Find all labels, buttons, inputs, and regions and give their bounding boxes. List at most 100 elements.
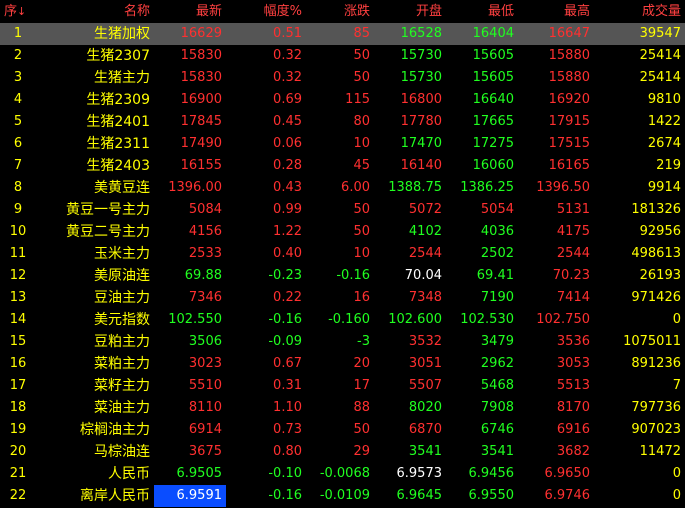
table-row[interactable]: 16 菜粕主力 3023 0.67 20 3051 2962 3053 891236	[0, 353, 685, 375]
cell-pct: 0.31	[273, 378, 302, 393]
table-row[interactable]: 17 菜籽主力 5510 0.31 17 5507 5468 5513 7	[0, 375, 685, 397]
cell-low: 3541	[480, 444, 514, 459]
cell-high: 15880	[548, 70, 590, 85]
cell-high: 2544	[556, 246, 590, 261]
cell-pct: 0.06	[273, 136, 302, 151]
cell-chg: 50	[353, 70, 370, 85]
table-row[interactable]: 13 豆油主力 7346 0.22 16 7348 7190 7414 971426	[0, 287, 685, 309]
cell-low: 2962	[480, 356, 514, 371]
table-row[interactable]: 21 人民币 6.9505 -0.10 -0.0068 6.9573 6.9456 6.965…	[0, 463, 685, 485]
cell-volume: 0	[672, 488, 681, 503]
cell-high: 6916	[556, 422, 590, 437]
cell-last: 6.9591	[154, 485, 226, 507]
cell-low: 4036	[480, 224, 514, 239]
cell-name: 豆粕主力	[94, 334, 150, 350]
cell-last: 3023	[188, 356, 222, 371]
cell-last: 15830	[180, 70, 222, 85]
cell-name: 菜粕主力	[94, 356, 150, 372]
table-row[interactable]: 7 生猪2403 16155 0.28 45 16140 16060 16165 219	[0, 155, 685, 177]
cell-open: 3541	[408, 444, 442, 459]
cell-open: 5072	[408, 202, 442, 217]
cell-open: 7348	[408, 290, 442, 305]
table-row[interactable]: 4 生猪2309 16900 0.69 115 16800 16640 16920 9810	[0, 89, 685, 111]
cell-volume: 25414	[639, 48, 681, 63]
cell-name: 玉米主力	[94, 246, 150, 262]
cell-chg: -0.16	[336, 268, 370, 283]
cell-seq: 5	[13, 114, 23, 129]
cell-seq: 8	[13, 180, 23, 195]
cell-name: 生猪2309	[86, 92, 150, 108]
cell-name: 生猪2307	[86, 48, 150, 64]
header-open[interactable]: 开盘	[374, 0, 446, 23]
cell-last: 4156	[188, 224, 222, 239]
header-low[interactable]: 最低	[446, 0, 518, 23]
cell-last: 17845	[180, 114, 222, 129]
table-row[interactable]: 12 美原油连 69.88 -0.23 -0.16 70.04 69.41 70.23 2619…	[0, 265, 685, 287]
cell-pct: -0.16	[268, 488, 302, 503]
cell-seq: 7	[13, 158, 23, 173]
cell-low: 17275	[472, 136, 514, 151]
cell-chg: 50	[353, 48, 370, 63]
header-chg[interactable]: 涨跌	[306, 0, 374, 23]
table-row[interactable]: 22 离岸人民币 6.9591 -0.16 -0.0109 6.9645 6.9550 6.9…	[0, 485, 685, 507]
cell-volume: 971426	[631, 290, 681, 305]
cell-high: 4175	[556, 224, 590, 239]
header-pct[interactable]: 幅度%	[226, 0, 306, 23]
cell-last: 16900	[180, 92, 222, 107]
cell-high: 102.750	[536, 312, 590, 327]
cell-seq: 15	[9, 334, 27, 349]
table-row[interactable]: 20 马棕油连 3675 0.80 29 3541 3541 3682 11472	[0, 441, 685, 463]
cell-chg: 50	[353, 422, 370, 437]
cell-low: 5054	[480, 202, 514, 217]
cell-pct: 0.69	[273, 92, 302, 107]
cell-volume: 181326	[631, 202, 681, 217]
cell-open: 1388.75	[388, 180, 442, 195]
header-name[interactable]: 名称	[36, 0, 154, 23]
table-row[interactable]: 3 生猪主力 15830 0.32 50 15730 15605 15880 25414	[0, 67, 685, 89]
cell-pct: 0.80	[273, 444, 302, 459]
cell-low: 15605	[472, 48, 514, 63]
table-row[interactable]: 10 黄豆二号主力 4156 1.22 50 4102 4036 4175 92956	[0, 221, 685, 243]
table-row[interactable]: 8 美黄豆连 1396.00 0.43 6.00 1388.75 1386.25 1396.5…	[0, 177, 685, 199]
cell-low: 3479	[480, 334, 514, 349]
cell-chg: -0.0068	[319, 466, 370, 481]
cell-pct: 0.28	[273, 158, 302, 173]
cell-high: 5131	[556, 202, 590, 217]
table-row[interactable]: 18 菜油主力 8110 1.10 88 8020 7908 8170 797736	[0, 397, 685, 419]
cell-low: 69.41	[476, 268, 514, 283]
cell-last: 2533	[188, 246, 222, 261]
table-row[interactable]: 6 生猪2311 17490 0.06 10 17470 17275 17515 2674	[0, 133, 685, 155]
cell-seq: 4	[13, 92, 23, 107]
cell-chg: 16	[353, 290, 370, 305]
cell-high: 15880	[548, 48, 590, 63]
cell-name: 离岸人民币	[80, 488, 150, 504]
cell-low: 7908	[480, 400, 514, 415]
table-row[interactable]: 15 豆粕主力 3506 -0.09 -3 3532 3479 3536 1075011	[0, 331, 685, 353]
header-seq[interactable]: 序↓	[0, 0, 36, 23]
cell-high: 3682	[556, 444, 590, 459]
table-row[interactable]: 1 生猪加权 16629 0.51 85 16528 16404 16647 39547	[0, 23, 685, 45]
cell-open: 15730	[400, 48, 442, 63]
cell-volume: 9810	[647, 92, 681, 107]
cell-high: 70.23	[552, 268, 590, 283]
cell-name: 豆油主力	[94, 290, 150, 306]
cell-name: 黄豆一号主力	[66, 202, 150, 218]
cell-open: 15730	[400, 70, 442, 85]
cell-chg: 20	[353, 356, 370, 371]
cell-chg: 115	[345, 92, 370, 107]
table-row[interactable]: 2 生猪2307 15830 0.32 50 15730 15605 15880 25414	[0, 45, 685, 67]
header-high[interactable]: 最高	[518, 0, 594, 23]
header-last[interactable]: 最新	[154, 0, 226, 23]
cell-seq: 21	[9, 466, 27, 481]
cell-low: 1386.25	[460, 180, 514, 195]
cell-open: 17470	[400, 136, 442, 151]
header-volume[interactable]: 成交量	[594, 0, 685, 23]
table-row[interactable]: 9 黄豆一号主力 5084 0.99 50 5072 5054 5131 181326	[0, 199, 685, 221]
table-row[interactable]: 5 生猪2401 17845 0.45 80 17780 17665 17915 1422	[0, 111, 685, 133]
cell-seq: 6	[13, 136, 23, 151]
table-row[interactable]: 11 玉米主力 2533 0.40 10 2544 2502 2544 498613	[0, 243, 685, 265]
cell-seq: 1	[0, 23, 36, 45]
table-row[interactable]: 14 美元指数 102.550 -0.16 -0.160 102.600 102.530 10…	[0, 309, 685, 331]
table-row[interactable]: 19 棕榈油主力 6914 0.73 50 6870 6746 6916 907023	[0, 419, 685, 441]
cell-name: 生猪2403	[86, 158, 150, 174]
